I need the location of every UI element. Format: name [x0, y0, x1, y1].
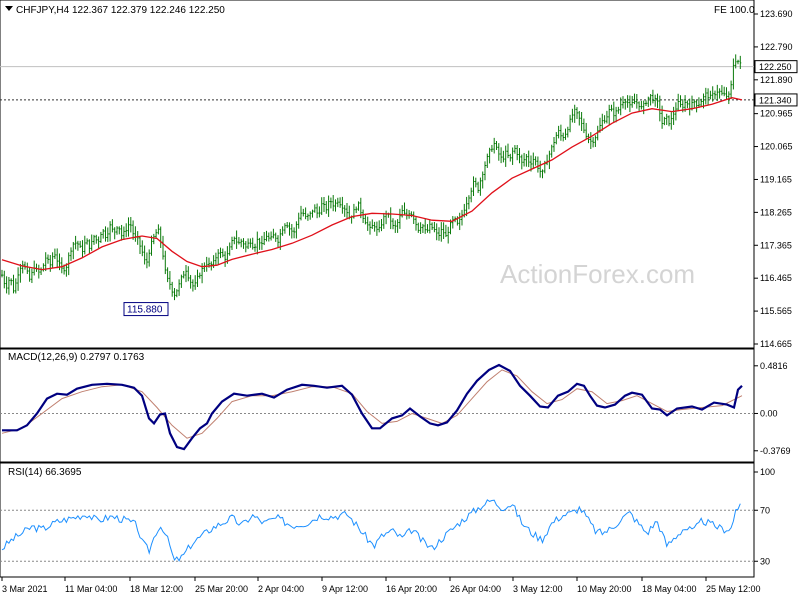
- macd-tick-label: -0.3769: [760, 446, 791, 456]
- x-tick-label: 11 Mar 04:00: [65, 584, 117, 594]
- x-tick-label: 9 Apr 12:00: [322, 584, 368, 594]
- x-tick-label: 2 Apr 04:00: [258, 584, 304, 594]
- fe-badge: FE 100.0: [714, 5, 755, 16]
- x-tick-label: 18 Mar 12:00: [130, 584, 183, 594]
- x-tick-label: 25 May 12:00: [706, 584, 761, 594]
- rsi-tick-label: 30: [760, 556, 770, 566]
- price-tick-label: 119.165: [760, 174, 792, 184]
- x-tick-label: 18 May 04:00: [642, 584, 697, 594]
- x-tick-label: 3 Mar 2021: [2, 584, 48, 594]
- chart-window: ActionForex.com CHFJPY,H4 122.367 122.37…: [0, 0, 800, 600]
- rsi-tick-label: 100: [760, 467, 775, 477]
- macd-tick-label: 0.00: [760, 408, 778, 418]
- price-tick-label: 121.890: [760, 75, 793, 85]
- current-price-label: 122.250: [759, 62, 792, 72]
- price-panel-frame: [0, 0, 755, 349]
- price-tick-label: 115.565: [760, 306, 792, 316]
- price-tick-label: 117.365: [760, 240, 792, 250]
- rsi-panel-frame: [0, 462, 755, 578]
- symbol-header: CHFJPY,H4 122.367 122.379 122.246 122.25…: [16, 5, 225, 16]
- price-tick-label: 122.790: [760, 42, 793, 52]
- price-tick-label: 114.665: [760, 339, 792, 349]
- x-tick-label: 3 May 12:00: [513, 584, 563, 594]
- x-tick-label: 16 Apr 20:00: [386, 584, 437, 594]
- price-tick-label: 123.690: [760, 9, 793, 19]
- price-tick-label: 118.265: [760, 207, 792, 217]
- rsi-label: RSI(14) 66.3695: [8, 467, 82, 478]
- watermark: ActionForex.com: [500, 259, 695, 289]
- level-label: 121.340: [759, 95, 792, 105]
- x-tick-label: 10 May 20:00: [577, 584, 632, 594]
- chart-canvas: ActionForex.com CHFJPY,H4 122.367 122.37…: [0, 0, 798, 594]
- macd-panel-frame: [0, 348, 755, 463]
- low-annotation-label: 115.880: [127, 305, 163, 316]
- price-tick-label: 116.465: [760, 273, 792, 283]
- macd-tick-label: 0.4816: [760, 361, 788, 371]
- x-tick-label: 25 Mar 20:00: [195, 584, 248, 594]
- x-tick-label: 26 Apr 04:00: [450, 584, 501, 594]
- macd-label: MACD(12,26,9) 0.2797 0.1763: [8, 352, 145, 363]
- price-tick-label: 120.965: [760, 109, 793, 119]
- rsi-tick-label: 70: [760, 505, 770, 515]
- price-tick-label: 120.065: [760, 142, 793, 152]
